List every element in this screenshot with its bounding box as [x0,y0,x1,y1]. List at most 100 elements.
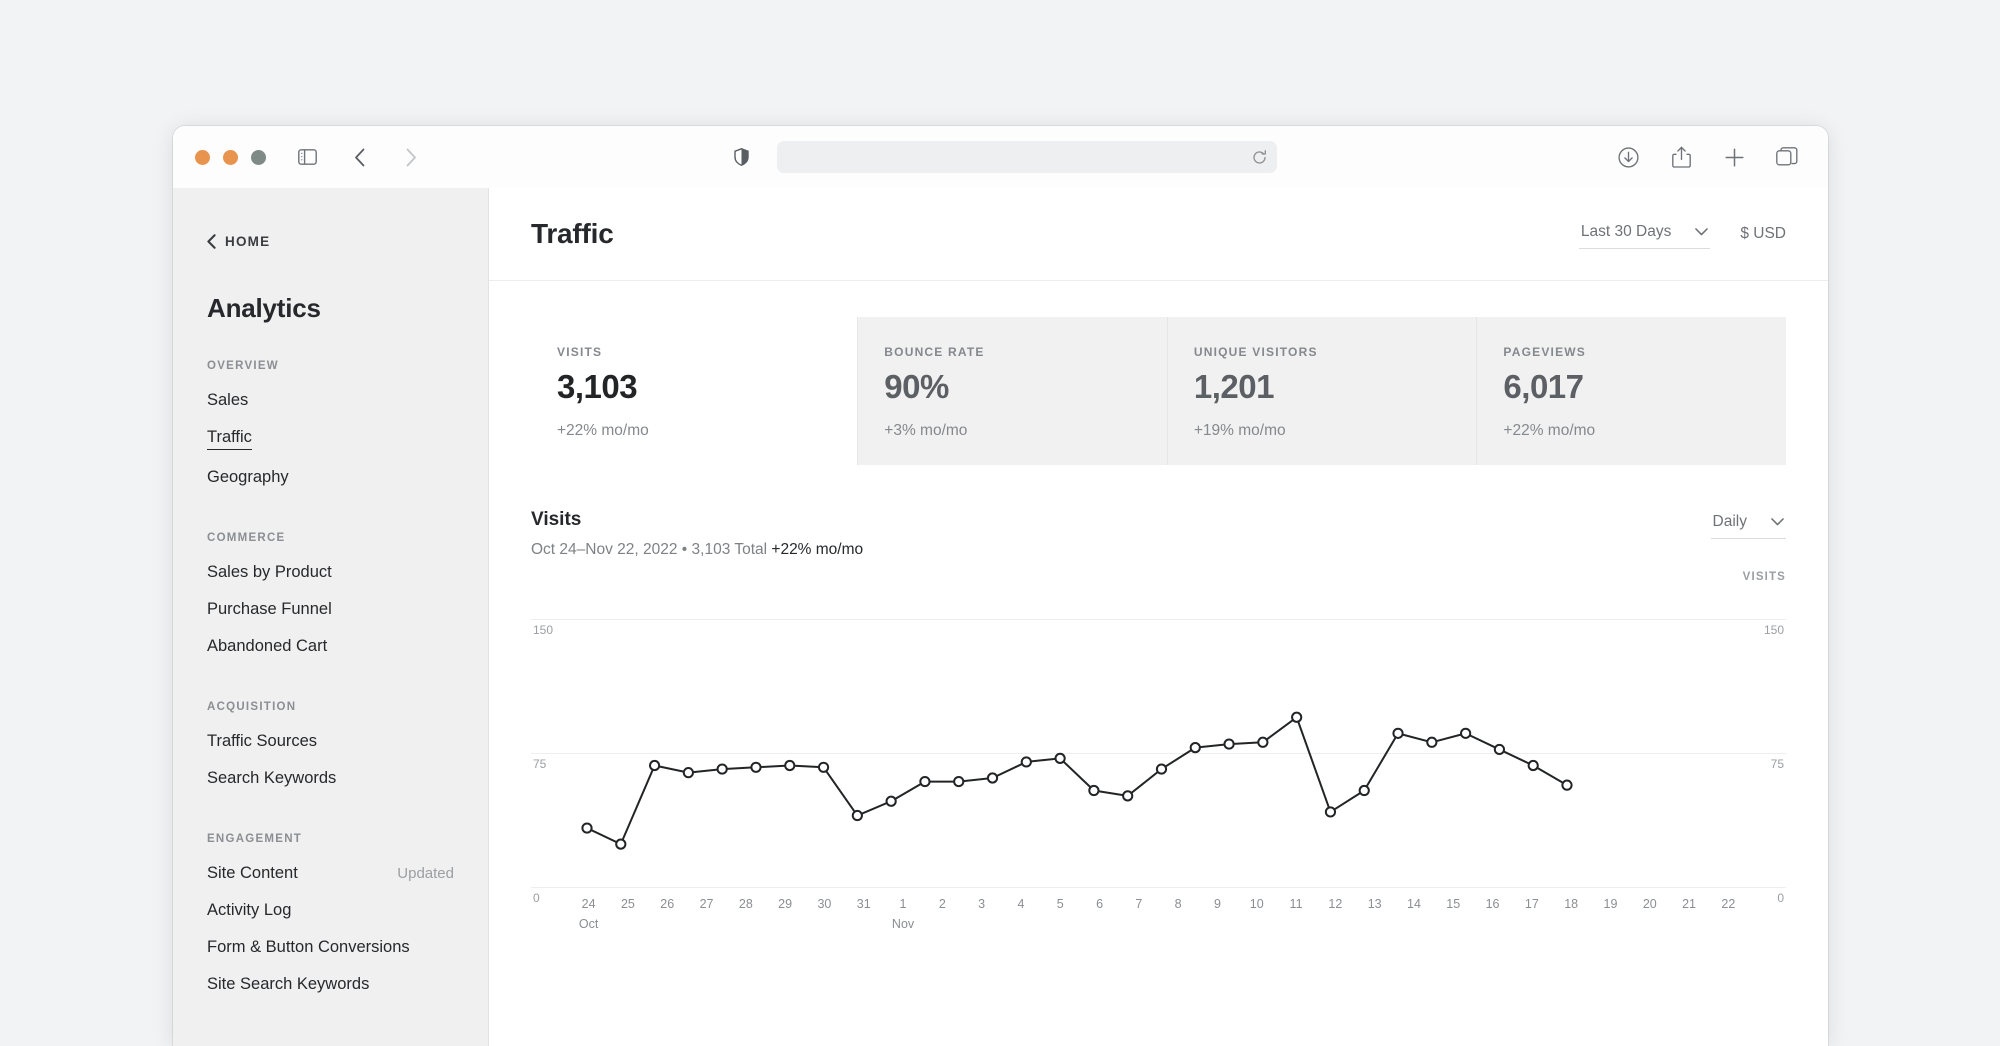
x-axis-tick: 22 [1721,897,1736,911]
sidebar-item-label: Search Keywords [207,769,337,787]
sidebar-title: Analytics [207,293,321,323]
chart-data-point[interactable] [1461,729,1470,738]
kpi-delta: +22% mo/mo [1503,422,1596,439]
sidebar-item-label: Sales by Product [207,563,332,581]
kpi-card-pageviews[interactable]: PAGEVIEWS 6,017 +22% mo/mo [1476,317,1786,465]
currency-selector[interactable]: $ USD [1740,225,1786,243]
x-axis-tick: 9 [1213,897,1221,911]
chart-data-point[interactable] [1360,786,1369,795]
chart-data-point[interactable] [582,823,591,832]
x-axis-tick: 30 [817,897,832,911]
browser-window: HOME Analytics OVERVIEW Sales Traffic Geogr… [173,126,1828,1046]
x-axis-tick: 15 [1446,897,1461,911]
date-range-label: Last 30 Days [1580,223,1672,240]
chart-data-point[interactable] [616,840,625,849]
chart-data-point[interactable] [751,763,760,772]
chart-data-point[interactable] [1393,729,1402,738]
kpi-delta: +22% mo/mo [557,422,649,439]
sidebar-item-form-button-conversions[interactable]: Form & Button Conversions [207,929,488,966]
chart-data-point[interactable] [1056,754,1065,763]
chart-data-point[interactable] [1224,739,1233,748]
chart-data-point[interactable] [1529,761,1538,770]
chart-data-point[interactable] [1427,738,1436,747]
downloads-button[interactable] [1611,142,1645,172]
x-axis-tick: 13 [1367,897,1382,911]
chart-data-point[interactable] [1495,745,1504,754]
x-axis-tick: 11 [1289,897,1303,911]
sidebar-item-site-search-keywords[interactable]: Site Search Keywords [207,966,488,1003]
chart-title: Visits [531,509,582,530]
chart-data-point[interactable] [1292,713,1301,722]
window-controls [195,149,266,165]
chart-data-point[interactable] [920,777,929,786]
chart-subtitle-delta: +22% mo/mo [771,541,864,558]
chart-data-point[interactable] [1123,791,1132,800]
reload-icon[interactable] [1252,149,1267,165]
privacy-shield-button[interactable] [725,142,759,172]
chart-data-point[interactable] [1562,781,1571,790]
sidebar: HOME Analytics OVERVIEW Sales Traffic Geogr… [173,188,489,1046]
line-chart[interactable]: 0 0 75 75 150 150 24 25 26 27 28 29 30 31 1 2 3 4 5 6 7 8 9 10… [531,619,1786,931]
plus-icon [1724,147,1744,167]
chart-data-point[interactable] [819,763,828,772]
chart-subtitle-range: Oct 24–Nov 22, 2022 • 3,103 Total [531,541,772,558]
chart-data-point[interactable] [1326,807,1335,816]
main-content: Traffic Last 30 Days $ USD VISITS 3,103 +2… [489,188,1828,1046]
chart-data-point[interactable] [1022,757,1031,766]
chart-data-point[interactable] [887,797,896,806]
x-axis-tick: 24 [581,897,596,911]
date-range-select[interactable]: Last 30 Days [1578,219,1711,249]
close-window-button[interactable] [195,149,210,165]
maximize-window-button[interactable] [251,149,266,165]
sidebar-item-traffic-sources[interactable]: Traffic Sources [207,723,488,760]
chart-data-point[interactable] [718,764,727,773]
chart-data-point[interactable] [988,773,997,782]
chart-data-point[interactable] [650,761,659,770]
chart-data-point[interactable] [1191,743,1200,752]
sidebar-toggle-button[interactable] [290,142,324,172]
chart-data-point[interactable] [1258,738,1267,747]
chart-data-point[interactable] [853,811,862,820]
chart-data-point[interactable] [1157,764,1166,773]
kpi-card-unique-visitors[interactable]: UNIQUE VISITORS 1,201 +19% mo/mo [1166,317,1477,465]
sidebar-item-activity-log[interactable]: Activity Log [207,892,488,929]
address-bar[interactable] [776,141,1277,173]
sidebar-item-abandoned-cart[interactable]: Abandoned Cart [207,628,488,665]
sidebar-item-purchase-funnel[interactable]: Purchase Funnel [207,591,488,628]
sidebar-item-label: Form & Button Conversions [207,938,410,956]
sidebar-home-link[interactable]: HOME [207,234,488,249]
share-button[interactable] [1664,142,1698,172]
sidebar-item-sales[interactable]: Sales [207,382,488,419]
forward-button[interactable] [394,142,428,172]
chevron-right-icon [406,148,416,166]
kpi-delta: +19% mo/mo [1193,422,1286,439]
tab-overview-button[interactable] [1770,142,1804,172]
y-axis-tick-left: 75 [533,757,547,771]
x-axis-tick: 2 [938,897,946,911]
address-input[interactable] [776,141,1252,173]
sidebar-item-site-content[interactable]: Site Content Updated [207,855,488,892]
chart-data-point[interactable] [1089,786,1098,795]
chart-data-point[interactable] [684,768,693,777]
chevron-left-icon [354,148,364,166]
sidebar-item-sales-by-product[interactable]: Sales by Product [207,554,488,591]
share-icon [1671,146,1691,168]
x-axis-tick: 3 [978,897,986,911]
kpi-label: VISITS [557,345,603,359]
minimize-window-button[interactable] [223,149,238,165]
back-button[interactable] [342,142,376,172]
x-axis-tick: 28 [738,897,753,911]
granularity-select[interactable]: Daily [1710,509,1786,539]
sidebar-item-geography[interactable]: Geography [207,459,488,496]
chart-data-point[interactable] [954,777,963,786]
kpi-card-bounce-rate[interactable]: BOUNCE RATE 90% +3% mo/mo [857,317,1167,465]
x-axis-tick: 27 [699,897,714,911]
kpi-card-visits[interactable]: VISITS 3,103 +22% mo/mo [531,317,858,465]
sidebar-group-label: ACQUISITION [207,701,297,713]
new-tab-button[interactable] [1717,142,1751,172]
kpi-value: 6,017 [1503,368,1584,405]
chart-data-point[interactable] [785,761,794,770]
chart-panel: Visits Oct 24–Nov 22, 2022 • 3,103 Total… [531,509,1786,931]
sidebar-item-search-keywords[interactable]: Search Keywords [207,760,488,797]
sidebar-item-traffic[interactable]: Traffic [207,419,488,459]
